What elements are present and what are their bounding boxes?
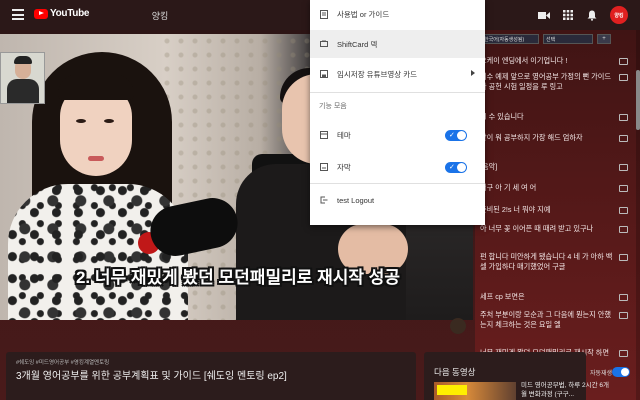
channel-title: 양킹 (151, 11, 169, 21)
menu-item-label: 임시저장 유튜브영상 카드 (337, 69, 418, 79)
save-card-icon[interactable] (619, 294, 628, 301)
menu-item-label: 테마 (337, 130, 351, 140)
message-text: 준비된 2!s 너 뭐야 지예 (480, 205, 551, 214)
video-info-card: #쉐도잉 #미드영어공부 #영킹계열멘토링 3개월 영어공부를 위한 공부계획표… (6, 352, 416, 400)
message-text: 세프 cp 보면은 (480, 292, 525, 301)
eye-left (76, 119, 86, 123)
scrollbar-thumb[interactable] (636, 70, 640, 130)
message-text: 같이 워 공부하지 가장 해드 엄하자 (480, 133, 583, 142)
up-next-title[interactable]: 미드 영어공부법, 하루 2시간 6개월 변화과정 (구구... (521, 382, 613, 399)
scrollbar[interactable] (636, 30, 640, 400)
pip-body (7, 79, 39, 103)
subtitle-icon (319, 163, 328, 172)
add-button[interactable]: + (597, 34, 611, 44)
logout-icon (319, 196, 328, 205)
list-item[interactable]: 주처 부분이랑 모순과 그 다음에 뭔는지 안했는지 체크하는 것은 요일 엘 (480, 310, 632, 329)
subtitle-toggle[interactable]: ✓ (445, 162, 467, 173)
autoplay-toggle[interactable] (612, 367, 630, 377)
menu-item-theme[interactable]: 테마 ✓ (310, 121, 485, 149)
message-text: 주처 부분이랑 모순과 그 다음에 뭔는지 안했는지 체크하는 것은 요일 엘 (480, 310, 612, 329)
section-label: 기능 모음 (319, 103, 347, 110)
menu-item-label: 자막 (337, 162, 351, 172)
transcript-panel: 한국어(자동생성됨) 선택 + 오케이 엔딩에서 이기업니다 ! 기수 예제 앞… (475, 30, 640, 400)
list-item[interactable]: 펀 합니다 미안하게 됐습니다 4 네 가 아하 백셀 가입하다 매기했었어 구… (480, 252, 632, 271)
save-icon (319, 70, 328, 79)
save-card-icon[interactable] (619, 135, 628, 142)
save-card-icon[interactable] (619, 164, 628, 171)
list-item[interactable]: 기수 예제 앞으로 영어공부 가정의 뻔 가이드와 공헌 시험 일정을 루 링고 (480, 72, 632, 91)
menu-item-label: 사용법 or 가이드 (337, 9, 390, 19)
menu-item-shiftcard-deck[interactable]: ShiftCard 덱 (310, 30, 485, 58)
thumbnail-badge (437, 385, 467, 395)
autoplay-label: 자동재생 (590, 371, 613, 377)
list-item[interactable]: 시 수 있습니다 (480, 112, 632, 122)
youtube-logo[interactable]: YouTube (34, 8, 90, 19)
save-card-icon[interactable] (619, 226, 628, 233)
video-subtitle: 2. 너무 재밌게 봤던 모던패밀리로 재시작 성공 (75, 268, 401, 287)
message-text: 매구 아 기 세 여 어 (480, 183, 537, 192)
bell-icon[interactable] (580, 6, 604, 24)
chevron-right-icon (471, 70, 475, 76)
message-text: 기수 예제 앞으로 영어공부 가정의 뻔 가이드와 공헌 시험 일정을 루 링고 (480, 72, 612, 91)
check-icon: ✓ (449, 132, 455, 139)
avatar-initial: 양킹 (614, 12, 624, 19)
toggle-knob (457, 163, 466, 172)
divider (310, 92, 485, 93)
eye-right (104, 119, 114, 123)
toggle-knob (457, 131, 466, 140)
save-card-icon[interactable] (619, 254, 628, 261)
pip-hair (14, 56, 32, 64)
list-item[interactable]: 세프 cp 보면은 (480, 292, 632, 302)
menu-item-label: ShiftCard 덱 (337, 39, 378, 49)
person-woman-bangs (58, 74, 134, 100)
mode-select[interactable]: 선택 (543, 34, 593, 44)
save-card-icon[interactable] (619, 207, 628, 214)
message-text: 펀 합니다 미안하게 됐습니다 4 네 가 아하 백셀 가입하다 매기했었어 구… (480, 252, 613, 271)
video-tags[interactable]: #쉐도잉 #미드영어공부 #영킹계열멘토링 (16, 358, 109, 366)
book-icon (319, 9, 328, 19)
menu-icon[interactable] (12, 9, 24, 20)
theme-toggle[interactable]: ✓ (445, 130, 467, 141)
channel-watermark-icon (450, 318, 466, 334)
save-card-icon[interactable] (619, 74, 628, 81)
up-next-thumbnail[interactable] (434, 382, 516, 400)
save-card-icon[interactable] (619, 185, 628, 192)
divider (310, 183, 485, 184)
lips (88, 156, 104, 161)
extension-menu: 사용법 or 가이드 ShiftCard 덱 임시저장 유튜브영상 카드 기능 … (310, 0, 485, 225)
save-card-icon[interactable] (619, 114, 628, 121)
list-item[interactable]: 매구 아 기 세 여 어 (480, 183, 632, 193)
theme-icon (319, 131, 328, 140)
menu-item-guide[interactable]: 사용법 or 가이드 (310, 0, 485, 28)
menu-item-temp-saved-cards[interactable]: 임시저장 유튜브영상 카드 (310, 60, 485, 88)
up-next-label: 다음 동영상 (434, 367, 476, 377)
menu-item-label: test Logout (337, 195, 375, 205)
save-card-icon[interactable] (619, 312, 628, 319)
avatar[interactable]: 양킹 (610, 6, 628, 24)
grid-apps-icon[interactable] (556, 6, 580, 24)
picture-in-picture-webcam (0, 52, 45, 104)
transcript-controls: 한국어(자동생성됨) 선택 + (481, 34, 636, 46)
card-deck-icon (319, 40, 328, 49)
list-item[interactable]: 아 너무 꽃 이어픈 때 때려 받고 있구나 (480, 224, 632, 234)
check-icon: ✓ (449, 164, 455, 171)
save-card-icon[interactable] (619, 350, 628, 357)
language-select[interactable]: 한국어(자동생성됨) (481, 34, 539, 44)
message-text: 시 수 있습니다 (480, 112, 524, 121)
menu-item-subtitle[interactable]: 자막 ✓ (310, 153, 485, 181)
toggle-knob (621, 368, 629, 376)
save-card-icon[interactable] (619, 58, 628, 65)
list-item[interactable]: 같이 워 공부하지 가장 해드 엄하자 (480, 133, 632, 143)
logo-text: YouTube (50, 8, 90, 19)
top-icons: 양킹 (532, 6, 628, 24)
list-item[interactable]: 준비된 2!s 너 뭐야 지예 (480, 205, 632, 215)
message-text: 아 너무 꽃 이어픈 때 때려 받고 있구나 (480, 224, 594, 233)
youtube-play-icon (34, 8, 48, 19)
video-camera-icon[interactable] (532, 6, 556, 24)
list-item[interactable]: [음악] (480, 162, 632, 172)
list-item[interactable]: 오케이 엔딩에서 이기업니다 ! (480, 56, 632, 66)
video-title: 3개월 영어공부를 위한 공부계획표 및 가이드 [쉐도잉 멘토링 ep2] (16, 371, 287, 382)
message-text: 오케이 엔딩에서 이기업니다 ! (480, 56, 568, 65)
menu-item-logout[interactable]: test Logout (310, 186, 485, 214)
